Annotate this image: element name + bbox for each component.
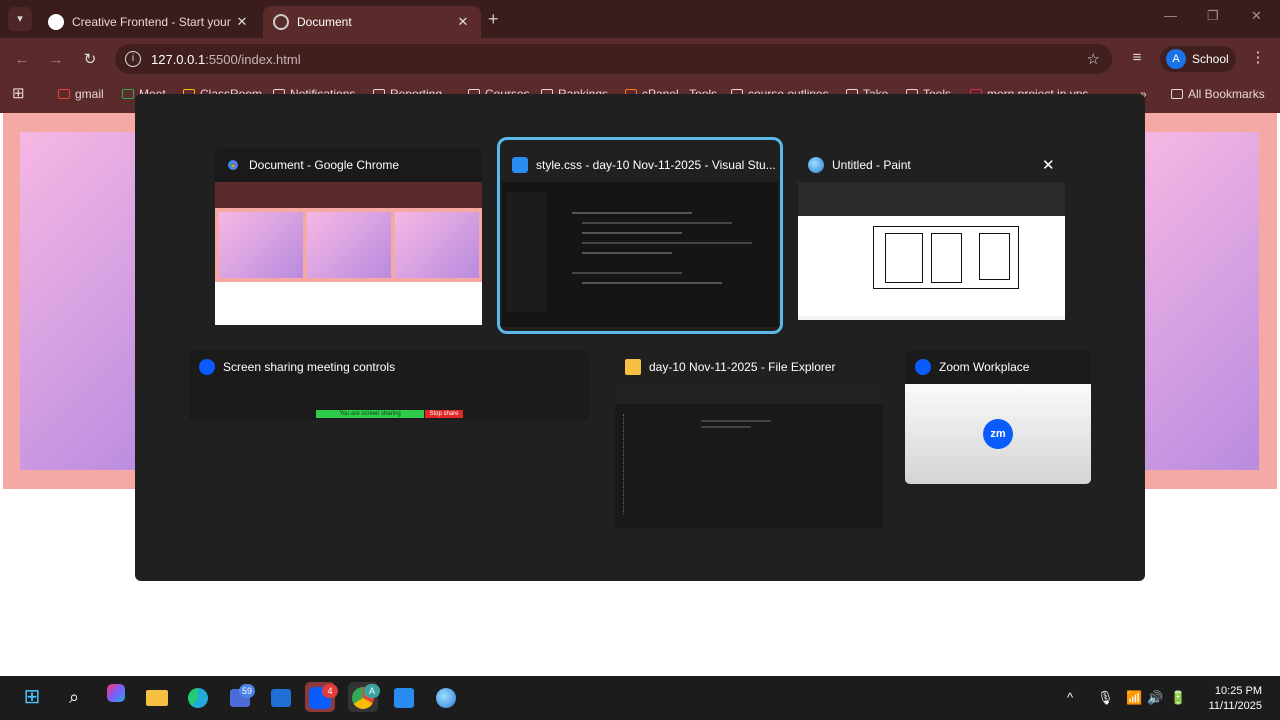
folder-icon: [625, 359, 641, 375]
vscode-icon[interactable]: [389, 682, 419, 712]
paint-icon: [808, 157, 824, 173]
window-thumbnail: [215, 182, 482, 325]
screen-sharing-banner: You are screen sharing: [316, 410, 424, 418]
window-thumbnail: [798, 182, 1065, 320]
back-button[interactable]: ←: [10, 48, 34, 72]
tab-document[interactable]: Document ✕: [263, 6, 481, 38]
menu-icon[interactable]: ⋮: [1246, 46, 1270, 70]
minimize-button[interactable]: —: [1164, 8, 1177, 23]
tab-close-icon[interactable]: ✕: [455, 14, 471, 30]
teams-badge: 59: [239, 684, 256, 698]
zoom-icon: [199, 359, 215, 375]
outlook-icon[interactable]: [266, 682, 296, 712]
close-window-icon[interactable]: ✕: [1042, 156, 1055, 174]
paint-icon[interactable]: [431, 682, 461, 712]
media-controls-icon[interactable]: ≡: [1125, 46, 1149, 70]
chrome-icon: [225, 157, 241, 173]
switcher-window-paint[interactable]: Untitled - Paint ✕: [798, 148, 1065, 320]
url-host: 127.0.0.1: [151, 51, 206, 67]
copilot-icon[interactable]: [101, 682, 131, 712]
zoom-icon: [915, 359, 931, 375]
switcher-window-zoom-controls[interactable]: Screen sharing meeting controls You are …: [189, 350, 589, 420]
switcher-window-vscode[interactable]: style.css - day-10 Nov-11-2025 - Visual …: [502, 148, 778, 327]
window-thumbnail: [502, 182, 778, 327]
reload-button[interactable]: ↻: [78, 48, 102, 72]
address-bar[interactable]: i 127.0.0.1:5500/index.html ☆: [115, 44, 1112, 74]
window-title: style.css - day-10 Nov-11-2025 - Visual …: [502, 148, 778, 182]
tab-title: Document: [297, 15, 352, 29]
wifi-icon[interactable]: 📶: [1126, 690, 1142, 706]
microphone-icon[interactable]: 🎙: [1097, 690, 1114, 706]
vscode-icon: [512, 157, 528, 173]
zoom-badge: 4: [322, 684, 338, 698]
profile-name: School: [1192, 52, 1229, 66]
gradient-card: [1143, 132, 1259, 470]
tab-creative-frontend[interactable]: Creative Frontend - Start your F ✕: [38, 6, 260, 38]
bookmark-star-icon[interactable]: ☆: [1087, 50, 1100, 68]
all-bookmarks[interactable]: All Bookmarks: [1171, 87, 1265, 101]
tab-title: Creative Frontend - Start your F: [72, 15, 234, 29]
edge-icon[interactable]: [183, 682, 213, 712]
window-thumbnail: zm: [905, 384, 1091, 484]
window-thumbnail: [615, 384, 882, 528]
profile-button[interactable]: A School: [1160, 46, 1236, 72]
file-explorer-icon[interactable]: [142, 682, 172, 712]
forward-button[interactable]: →: [44, 48, 68, 72]
start-icon[interactable]: ⊞: [17, 682, 47, 712]
tab-favicon-icon: [48, 14, 64, 30]
window-title: day-10 Nov-11-2025 - File Explorer: [615, 350, 882, 384]
window-thumbnail: You are screen sharing Stop share: [189, 384, 589, 420]
battery-icon[interactable]: 🔋: [1170, 690, 1186, 706]
apps-icon[interactable]: ⊞: [12, 84, 25, 102]
close-window-button[interactable]: ✕: [1251, 8, 1262, 24]
search-icon[interactable]: ⌕: [59, 682, 89, 712]
url-path: :5500/index.html: [205, 51, 301, 67]
window-title: Screen sharing meeting controls: [189, 350, 589, 384]
clock-time: 10:25 PM: [1214, 685, 1262, 697]
tab-search-button[interactable]: ▾: [8, 7, 32, 31]
switcher-window-file-explorer[interactable]: day-10 Nov-11-2025 - File Explorer: [615, 350, 882, 528]
switcher-window-chrome[interactable]: Document - Google Chrome: [215, 148, 482, 325]
stop-share-button[interactable]: Stop share: [425, 410, 463, 418]
task-switcher: Document - Google Chrome style.css - day…: [135, 94, 1145, 581]
tray-chevron-icon[interactable]: ^: [1067, 690, 1073, 705]
taskbar-clock[interactable]: 10:25 PM 11/11/2025: [1200, 684, 1262, 714]
zoom-logo: zm: [983, 419, 1013, 449]
restore-button[interactable]: ❐: [1207, 8, 1219, 24]
switcher-window-zoom-workplace[interactable]: Zoom Workplace zm: [905, 350, 1091, 484]
globe-icon: [273, 14, 289, 30]
new-tab-button[interactable]: +: [488, 9, 499, 30]
window-title: Untitled - Paint: [798, 148, 1065, 182]
clock-date: 11/11/2025: [1208, 700, 1262, 712]
chrome-profile-badge: A: [364, 684, 380, 698]
site-info-icon[interactable]: i: [125, 51, 141, 67]
avatar: A: [1166, 49, 1186, 69]
bookmark-item[interactable]: gmail: [58, 87, 104, 101]
volume-icon[interactable]: 🔊: [1147, 690, 1163, 706]
window-title: Document - Google Chrome: [215, 148, 482, 182]
window-title: Zoom Workplace: [905, 350, 1091, 384]
tab-close-icon[interactable]: ✕: [234, 14, 250, 30]
